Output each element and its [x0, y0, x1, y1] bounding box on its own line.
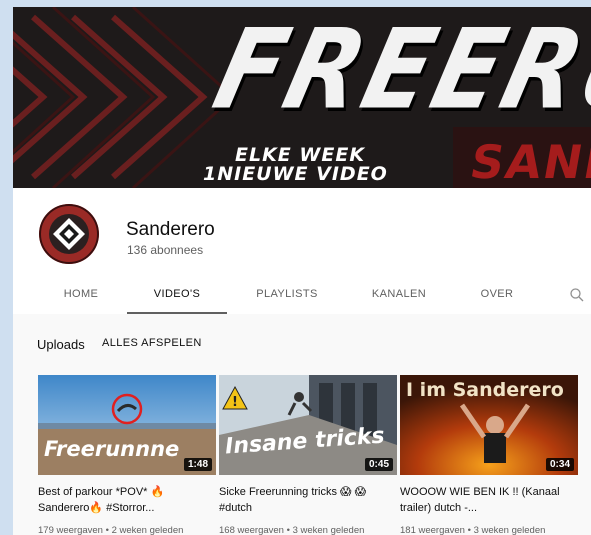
subscriber-count: 136 abonnees — [127, 243, 204, 257]
video-card[interactable]: ! Insane tricks 0:45 Sicke Freerunning t… — [219, 375, 397, 535]
tab-playlists[interactable]: PLAYLISTS — [243, 280, 331, 314]
channel-name: Sanderero — [126, 219, 215, 240]
channel-banner: FREERU ELKE WEEK 1NIEUWE VIDEO SANDE — [13, 7, 591, 188]
video-duration: 0:34 — [545, 458, 574, 471]
video-thumbnail[interactable]: I im Sanderero 0:34 — [400, 375, 578, 475]
channel-logo-icon — [39, 204, 99, 264]
thumbnail-caption: I im Sanderero — [406, 379, 564, 401]
video-title[interactable]: WOOOW WIE BEN IK !! (Kanaal trailer) dut… — [400, 484, 570, 516]
youtube-channel-page: FREERU ELKE WEEK 1NIEUWE VIDEO SANDE San… — [13, 7, 591, 535]
channel-header: Sanderero 136 abonnees HOME VIDEO'S PLAY… — [13, 188, 591, 314]
video-card[interactable]: Freerunnne 1:48 Best of parkour *POV* 🔥 … — [38, 375, 216, 535]
video-meta: 181 weergaven • 3 weken geleden — [400, 525, 546, 535]
video-title[interactable]: Sicke Freerunning tricks 😱 😱 #dutch — [219, 484, 389, 516]
tab-channels[interactable]: KANALEN — [359, 280, 439, 314]
play-all-button[interactable]: ALLES AFSPELEN — [102, 337, 202, 349]
avatar[interactable] — [39, 204, 99, 264]
uploads-label: Uploads — [37, 337, 85, 352]
banner-title: FREERU — [202, 7, 591, 134]
tab-videos[interactable]: VIDEO'S — [127, 280, 227, 314]
video-title[interactable]: Best of parkour *POV* 🔥 Sanderero🔥 #Stor… — [38, 484, 208, 516]
video-duration: 1:48 — [183, 458, 212, 471]
thumbnail-caption: Freerunnne — [44, 437, 180, 461]
video-duration: 0:45 — [364, 458, 393, 471]
video-meta: 168 weergaven • 3 weken geleden — [219, 525, 365, 535]
banner-subtitle-line2: 1NIEUWE VIDEO — [203, 163, 388, 185]
video-card[interactable]: I im Sanderero 0:34 WOOOW WIE BEN IK !! … — [400, 375, 578, 535]
svg-text:!: ! — [232, 395, 238, 410]
banner-brand: SANDE — [466, 135, 591, 188]
uploads-header: Uploads ALLES AFSPELEN — [37, 336, 201, 354]
channel-tabs: HOME VIDEO'S PLAYLISTS KANALEN OVER — [13, 280, 591, 314]
tab-home[interactable]: HOME — [47, 280, 115, 314]
video-meta: 179 weergaven • 2 weken geleden — [38, 525, 184, 535]
search-icon[interactable] — [569, 287, 585, 303]
video-thumbnail[interactable]: Freerunnne 1:48 — [38, 375, 216, 475]
tab-about[interactable]: OVER — [467, 280, 527, 314]
video-thumbnail[interactable]: ! Insane tricks 0:45 — [219, 375, 397, 475]
